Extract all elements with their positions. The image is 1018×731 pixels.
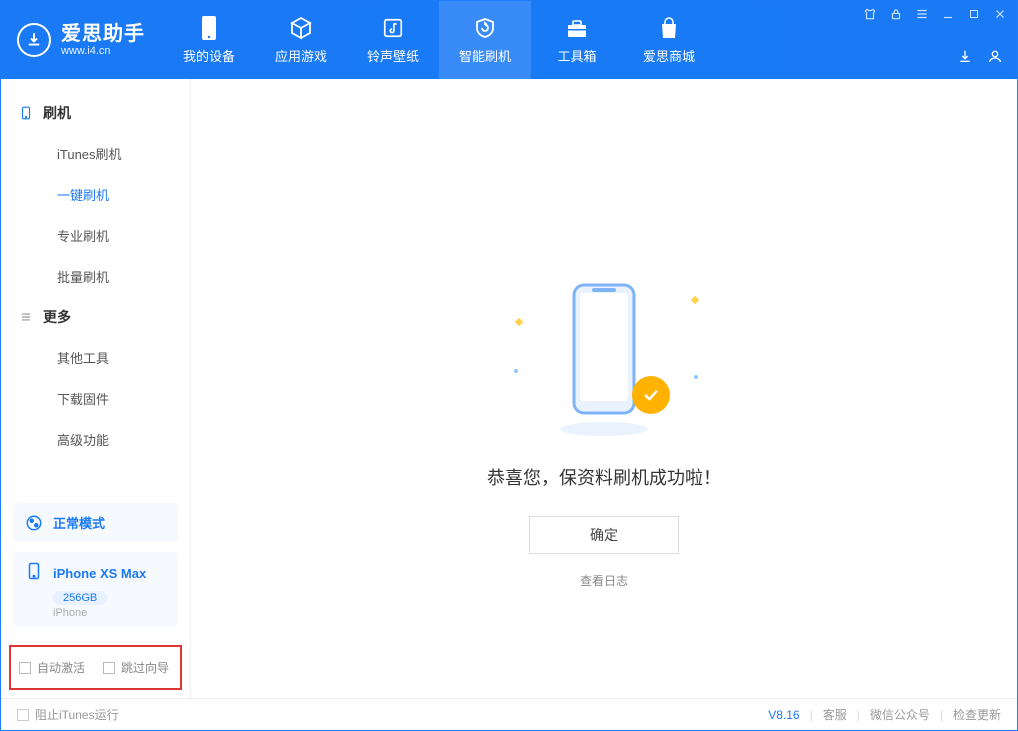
ok-button[interactable]: 确定 [529,516,679,554]
nav-flash[interactable]: 智能刷机 [439,1,531,79]
checkbox-label: 阻止iTunes运行 [35,706,119,723]
download-button[interactable] [957,48,973,69]
mode-label: 正常模式 [53,513,105,532]
sidebar-item-itunes-flash[interactable]: iTunes刷机 [1,133,190,174]
phone-outline-icon [19,106,33,120]
nav-label: 工具箱 [557,46,596,65]
section-header-more: 更多 [1,297,190,337]
minimize-icon[interactable] [941,7,955,21]
skip-guide-checkbox[interactable]: 跳过向导 [103,659,169,676]
check-badge-icon [632,376,670,414]
toolbox-icon [565,16,589,40]
status-bar: 阻止iTunes运行 V8.16 | 客服 | 微信公众号 | 检查更新 [1,698,1017,730]
menu-icon[interactable] [915,7,929,21]
nav-label: 应用游戏 [275,46,327,65]
lock-icon[interactable] [889,7,903,21]
bag-icon [657,16,681,40]
view-log-link[interactable]: 查看日志 [487,572,721,589]
title-bar: 爱思助手 www.i4.cn 我的设备 应用游戏 铃声壁纸 智能刷机 [1,1,1017,79]
block-itunes-checkbox[interactable]: 阻止iTunes运行 [17,706,119,723]
sidebar-item-advanced[interactable]: 高级功能 [1,419,190,460]
sidebar-item-download-firmware[interactable]: 下载固件 [1,378,190,419]
success-message: 恭喜您，保资料刷机成功啦！ [487,464,721,490]
nav-label: 我的设备 [183,46,235,65]
body: 刷机 iTunes刷机 一键刷机 专业刷机 批量刷机 更多 其他工具 下载固件 … [1,79,1017,698]
logo-icon [17,23,51,57]
nav-apps[interactable]: 应用游戏 [255,1,347,79]
music-icon [381,16,405,40]
nav-label: 智能刷机 [459,46,511,65]
device-icon [197,16,221,40]
check-update-link[interactable]: 检查更新 [953,706,1001,723]
cube-icon [289,16,313,40]
maximize-icon[interactable] [967,7,981,21]
success-panel: 恭喜您，保资料刷机成功啦！ 确定 查看日志 [487,279,721,589]
tshirt-icon[interactable] [863,7,877,21]
app-subtitle: www.i4.cn [61,45,145,57]
auto-activate-checkbox[interactable]: 自动激活 [19,659,85,676]
section-header-flash: 刷机 [1,93,190,133]
version-label: V8.16 [768,708,799,722]
window-controls [863,7,1007,21]
sidebar-item-onekey-flash[interactable]: 一键刷机 [1,174,190,215]
support-link[interactable]: 客服 [823,706,847,723]
app-window: 爱思助手 www.i4.cn 我的设备 应用游戏 铃声壁纸 智能刷机 [0,0,1018,731]
nav-toolbox[interactable]: 工具箱 [531,1,623,79]
sidebar-item-pro-flash[interactable]: 专业刷机 [1,215,190,256]
checkbox-label: 自动激活 [37,659,85,676]
checkbox-label: 跳过向导 [121,659,169,676]
mode-status-icon [25,514,43,532]
phone-icon [25,562,43,585]
nav-label: 爱思商城 [643,46,695,65]
phone-success-illustration [544,279,664,439]
device-name: iPhone XS Max [53,566,146,581]
section-title: 更多 [43,307,71,327]
list-icon [19,310,33,324]
device-card[interactable]: iPhone XS Max 256GB iPhone [13,552,178,627]
sidebar: 刷机 iTunes刷机 一键刷机 专业刷机 批量刷机 更多 其他工具 下载固件 … [1,79,191,698]
wechat-link[interactable]: 微信公众号 [870,706,930,723]
device-type: iPhone [53,607,166,619]
nav-my-device[interactable]: 我的设备 [163,1,255,79]
refresh-shield-icon [473,16,497,40]
device-capacity: 256GB [53,591,107,605]
highlighted-options: 自动激活 跳过向导 [9,645,182,690]
sidebar-item-other-tools[interactable]: 其他工具 [1,337,190,378]
nav-ringtones[interactable]: 铃声壁纸 [347,1,439,79]
nav-label: 铃声壁纸 [367,46,419,65]
nav-store[interactable]: 爱思商城 [623,1,715,79]
main-panel: 恭喜您，保资料刷机成功啦！ 确定 查看日志 [191,79,1017,698]
app-logo: 爱思助手 www.i4.cn [1,1,163,79]
close-icon[interactable] [993,7,1007,21]
account-button[interactable] [987,48,1003,69]
app-title: 爱思助手 [61,23,145,45]
mode-card[interactable]: 正常模式 [13,503,178,542]
section-title: 刷机 [43,103,71,123]
sidebar-item-batch-flash[interactable]: 批量刷机 [1,256,190,297]
main-nav: 我的设备 应用游戏 铃声壁纸 智能刷机 工具箱 爱思商城 [163,1,715,79]
